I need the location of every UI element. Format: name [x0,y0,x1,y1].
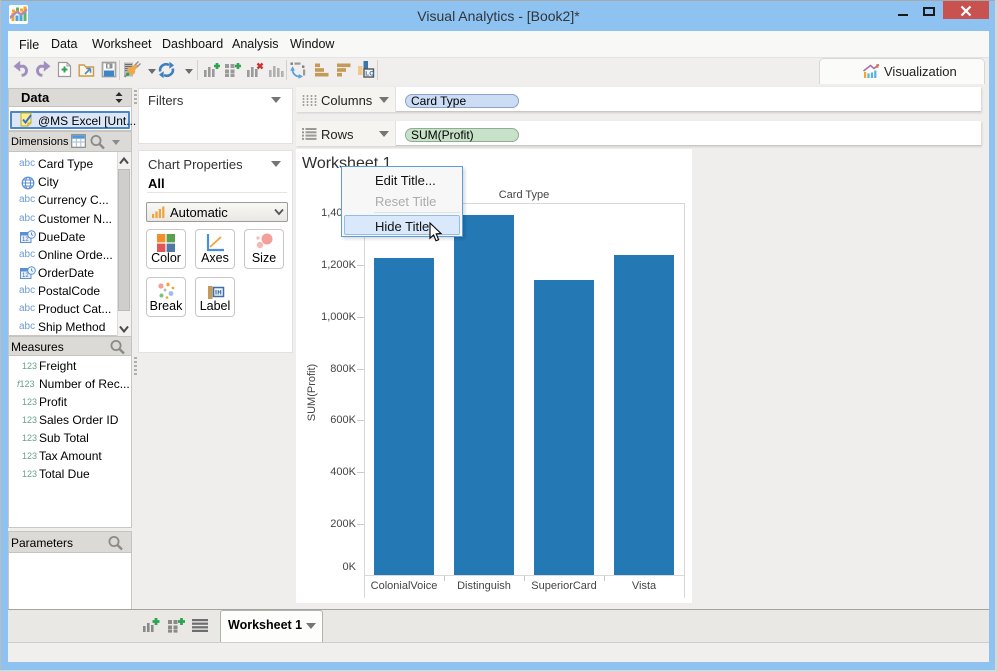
svg-text:12: 12 [22,237,29,243]
svg-text:LO: LO [365,71,374,78]
svg-text:12: 12 [22,273,29,279]
